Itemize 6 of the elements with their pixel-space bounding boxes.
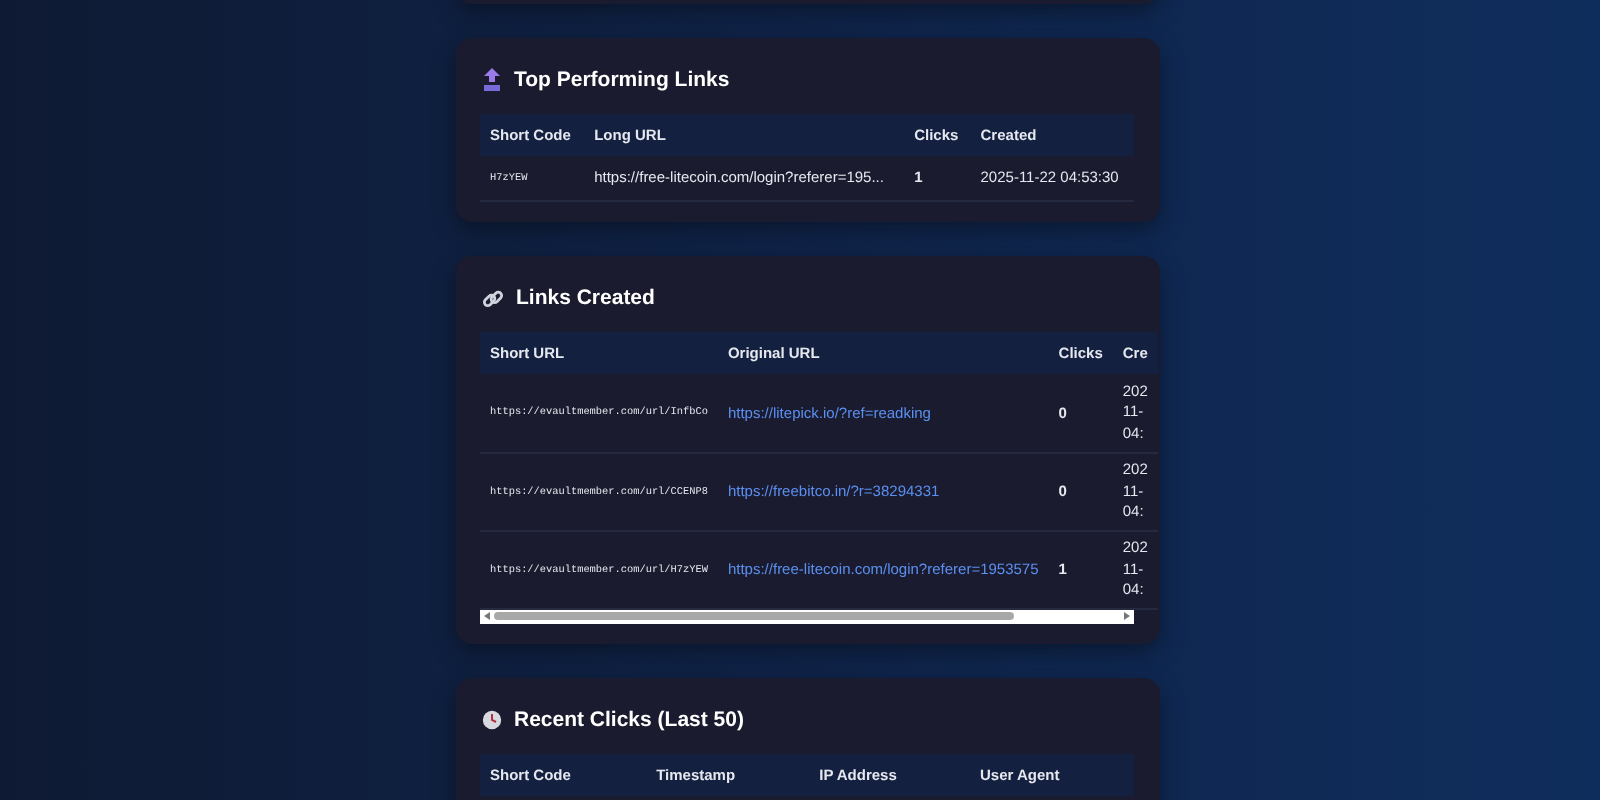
top-arrow-icon: [482, 68, 502, 93]
section-title: Top Performing Links: [514, 68, 730, 94]
clock-icon: [482, 710, 502, 731]
link-icon: [482, 287, 504, 310]
section-title: Links Created: [516, 286, 655, 312]
section-title: Recent Clicks (Last 50): [514, 707, 744, 734]
